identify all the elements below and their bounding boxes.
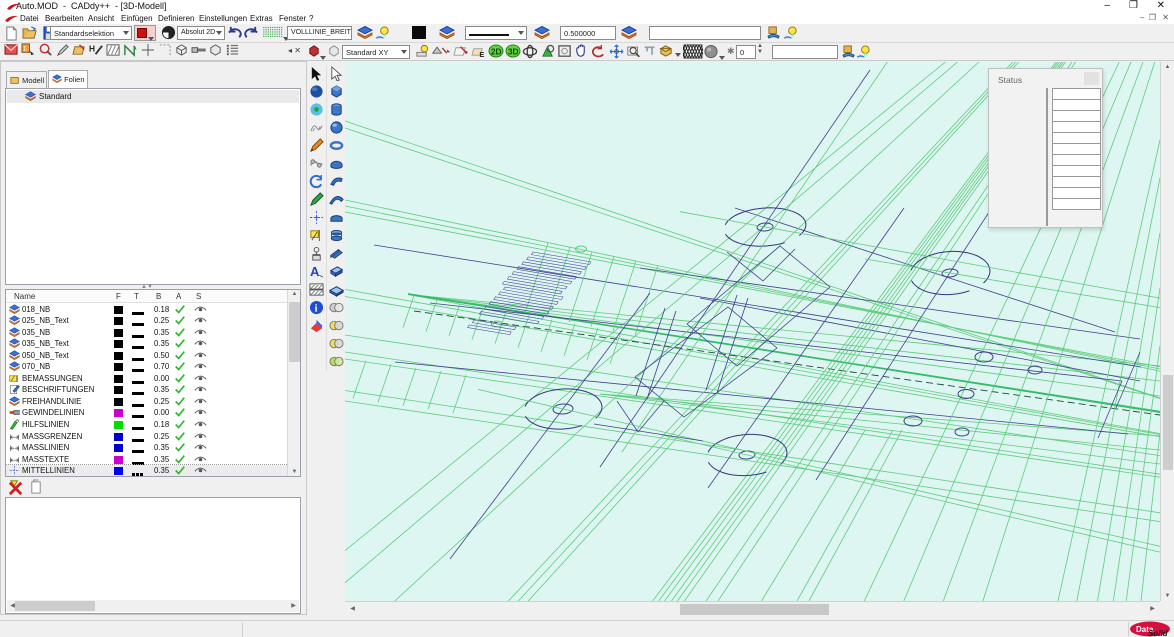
svg-text:A: A: [310, 264, 320, 279]
svg-text:E: E: [479, 50, 484, 58]
svg-text:2D: 2D: [490, 46, 501, 56]
svg-text:3D: 3D: [507, 46, 518, 56]
svg-text:1: 1: [23, 45, 27, 52]
svg-text:H: H: [89, 43, 95, 53]
svg-text:i: i: [315, 303, 318, 314]
